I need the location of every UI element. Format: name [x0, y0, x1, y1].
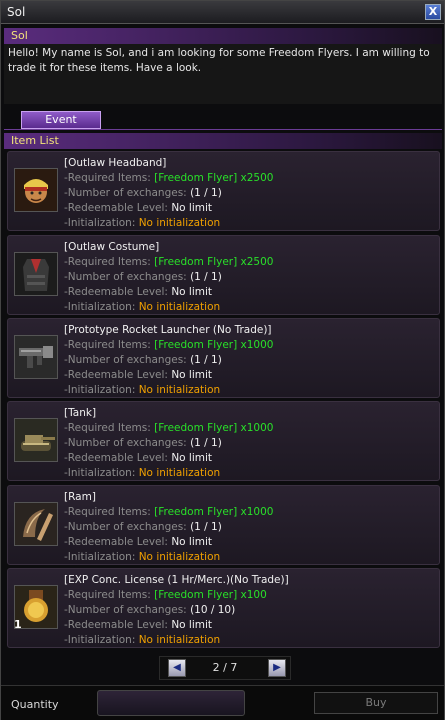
exp-license-icon: 1: [14, 585, 58, 631]
headband-icon: [14, 168, 58, 212]
level-label: -Redeemable Level:: [64, 286, 168, 298]
init-value: No initialization: [138, 634, 221, 646]
init-label: -Initialization:: [64, 634, 136, 646]
item-quantity: 1: [14, 618, 22, 631]
exchanges-value: (1 / 1): [190, 354, 222, 366]
level-value: No limit: [171, 286, 213, 298]
exchanges-label: -Number of exchanges:: [64, 521, 187, 533]
level-label: -Redeemable Level:: [64, 452, 168, 464]
list-item[interactable]: [Outlaw Costume] -Required Items: [Freed…: [7, 235, 440, 315]
required-items: [Freedom Flyer] x100: [154, 589, 267, 601]
dialog-box: Hello! My name is Sol, and i am looking …: [4, 44, 442, 104]
level-value: No limit: [171, 369, 213, 381]
init-value: No initialization: [138, 467, 221, 479]
tank-icon: [14, 418, 58, 462]
exchanges-label: -Number of exchanges:: [64, 271, 187, 283]
init-value: No initialization: [138, 301, 221, 313]
exchanges-label: -Number of exchanges:: [64, 354, 187, 366]
init-label: -Initialization:: [64, 551, 136, 563]
required-label: -Required Items:: [64, 339, 151, 351]
required-label: -Required Items:: [64, 256, 151, 268]
level-label: -Redeemable Level:: [64, 619, 168, 631]
bottom-bar: Quantity Buy: [1, 685, 444, 720]
exchanges-label: -Number of exchanges:: [64, 187, 187, 199]
required-items: [Freedom Flyer] x2500: [154, 256, 274, 268]
costume-icon: [14, 252, 58, 296]
exchanges-value: (1 / 1): [190, 437, 222, 449]
item-name: [Outlaw Headband]: [64, 157, 167, 169]
required-items: [Freedom Flyer] x2500: [154, 172, 274, 184]
required-items: [Freedom Flyer] x1000: [154, 422, 274, 434]
tab-event[interactable]: Event: [21, 111, 101, 129]
required-label: -Required Items:: [64, 172, 151, 184]
ram-icon: [14, 502, 58, 546]
level-value: No limit: [171, 619, 213, 631]
list-item[interactable]: [Outlaw Headband] -Required Items: [Free…: [7, 151, 440, 231]
list-item[interactable]: [Ram] -Required Items: [Freedom Flyer] x…: [7, 485, 440, 565]
item-list-header: Item List: [4, 133, 442, 149]
item-name: [Tank]: [64, 407, 97, 419]
exchanges-value: (1 / 1): [190, 187, 222, 199]
init-label: -Initialization:: [64, 467, 136, 479]
exchanges-value: (1 / 1): [190, 521, 222, 533]
exchanges-label: -Number of exchanges:: [64, 437, 187, 449]
required-label: -Required Items:: [64, 506, 151, 518]
exchanges-value: (10 / 10): [190, 604, 236, 616]
item-name: [Outlaw Costume]: [64, 241, 160, 253]
list-item[interactable]: [Prototype Rocket Launcher (No Trade)] -…: [7, 318, 440, 398]
buy-button[interactable]: Buy: [314, 692, 438, 714]
item-name: [Prototype Rocket Launcher (No Trade)]: [64, 324, 272, 336]
dialog-text: Hello! My name is Sol, and i am looking …: [8, 47, 430, 74]
title-bar[interactable]: Sol X: [1, 1, 444, 24]
npc-name: Sol: [11, 29, 28, 42]
item-list-title: Item List: [11, 134, 59, 147]
init-label: -Initialization:: [64, 384, 136, 396]
required-label: -Required Items:: [64, 589, 151, 601]
init-label: -Initialization:: [64, 301, 136, 313]
npc-shop-window: Sol X Sol Hello! My name is Sol, and i a…: [0, 0, 445, 720]
level-label: -Redeemable Level:: [64, 202, 168, 214]
level-label: -Redeemable Level:: [64, 369, 168, 381]
next-page-button[interactable]: ▶: [268, 659, 286, 677]
list-item[interactable]: 1 [EXP Conc. License (1 Hr/Merc.)(No Tra…: [7, 568, 440, 648]
required-label: -Required Items:: [64, 422, 151, 434]
required-items: [Freedom Flyer] x1000: [154, 506, 274, 518]
pager: ◀ 2 / 7 ▶: [159, 656, 291, 680]
level-value: No limit: [171, 536, 213, 548]
quantity-input[interactable]: [97, 690, 245, 716]
init-label: -Initialization:: [64, 217, 136, 229]
rocket-launcher-icon: [14, 335, 58, 379]
level-value: No limit: [171, 452, 213, 464]
init-value: No initialization: [138, 384, 221, 396]
quantity-label: Quantity: [11, 698, 59, 711]
list-item[interactable]: [Tank] -Required Items: [Freedom Flyer] …: [7, 401, 440, 481]
exchanges-value: (1 / 1): [190, 271, 222, 283]
exchanges-label: -Number of exchanges:: [64, 604, 187, 616]
close-button[interactable]: X: [425, 4, 441, 20]
level-label: -Redeemable Level:: [64, 536, 168, 548]
npc-name-bar: Sol: [4, 28, 442, 44]
window-title: Sol: [7, 5, 26, 19]
init-value: No initialization: [138, 217, 221, 229]
item-name: [EXP Conc. License (1 Hr/Merc.)(No Trade…: [64, 574, 289, 586]
level-value: No limit: [171, 202, 213, 214]
tab-strip: Event: [4, 109, 442, 130]
init-value: No initialization: [138, 551, 221, 563]
required-items: [Freedom Flyer] x1000: [154, 339, 274, 351]
item-name: [Ram]: [64, 491, 96, 503]
item-list: [Outlaw Headband] -Required Items: [Free…: [7, 151, 440, 651]
